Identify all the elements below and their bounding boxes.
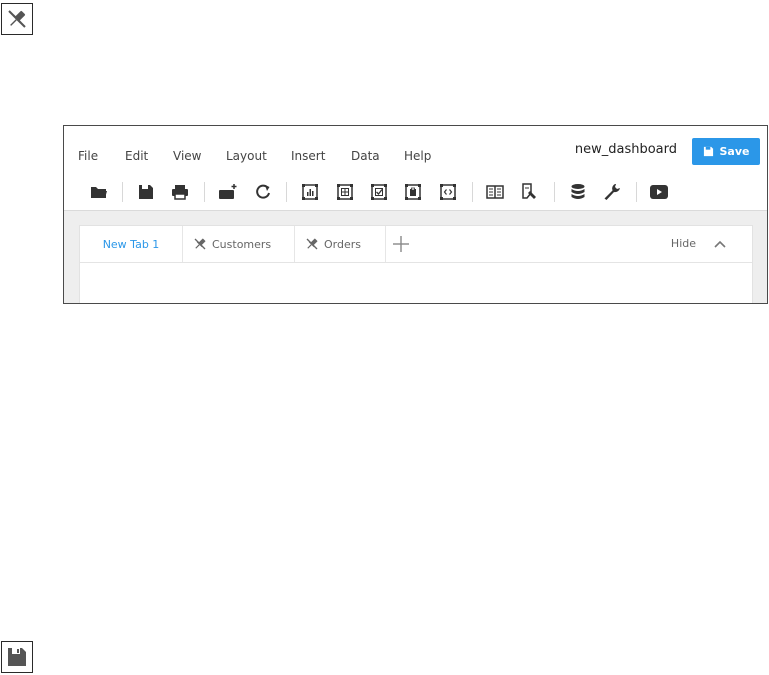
clipboard-widget-icon[interactable]	[402, 181, 424, 203]
menu-edit[interactable]: Edit	[125, 149, 148, 163]
plus-icon	[393, 236, 409, 252]
unpin-icon[interactable]	[1, 3, 33, 35]
menu-layout[interactable]: Layout	[226, 149, 267, 163]
menu-insert[interactable]: Insert	[291, 149, 325, 163]
table-widget-icon[interactable]	[334, 181, 356, 203]
menu-view[interactable]: View	[173, 149, 201, 163]
tab-label: Orders	[324, 237, 361, 251]
play-video-icon[interactable]	[648, 181, 670, 203]
toolbar	[64, 176, 767, 208]
hide-tabs-link[interactable]: Hide	[671, 237, 696, 250]
menu-help[interactable]: Help	[404, 149, 431, 163]
save-icon	[703, 146, 713, 157]
tab-panel: New Tab 1 Customers Orders Hide	[79, 225, 753, 303]
refresh-icon[interactable]	[252, 181, 274, 203]
tab-customers[interactable]: Customers	[183, 226, 295, 262]
chevron-up-icon[interactable]	[712, 236, 728, 252]
code-widget-icon[interactable]	[437, 181, 459, 203]
tab-label: Customers	[212, 237, 272, 251]
toolbar-divider	[286, 182, 287, 202]
database-icon[interactable]	[567, 181, 589, 203]
tab-label: New Tab 1	[102, 237, 160, 251]
checkbox-widget-icon[interactable]	[368, 181, 390, 203]
workspace: New Tab 1 Customers Orders Hide	[64, 210, 767, 303]
save-button[interactable]: Save	[692, 138, 760, 165]
menu-bar: File Edit View Layout Insert Data Help n…	[64, 126, 767, 172]
save-button-label: Save	[719, 145, 750, 158]
tab-new-tab-1[interactable]: New Tab 1	[80, 226, 183, 262]
print-icon[interactable]	[169, 181, 191, 203]
wrench-icon[interactable]	[601, 181, 623, 203]
menu-file[interactable]: File	[78, 149, 98, 163]
dashboard-name: new_dashboard	[574, 142, 677, 157]
dashboard-editor: File Edit View Layout Insert Data Help n…	[63, 125, 768, 304]
toolbar-divider	[204, 182, 205, 202]
columns-icon[interactable]	[484, 181, 506, 203]
edit-document-icon[interactable]	[518, 181, 540, 203]
tab-bar: New Tab 1 Customers Orders Hide	[80, 226, 752, 263]
add-widget-icon[interactable]	[217, 181, 239, 203]
add-tab-button[interactable]	[391, 234, 411, 254]
floppy-save-icon[interactable]	[1, 641, 33, 673]
unpinned-icon	[194, 238, 206, 250]
menu-data[interactable]: Data	[351, 149, 380, 163]
unpinned-icon	[306, 238, 318, 250]
save-icon[interactable]	[135, 181, 157, 203]
toolbar-divider	[636, 182, 637, 202]
toolbar-divider	[122, 182, 123, 202]
tab-orders[interactable]: Orders	[295, 226, 386, 262]
open-folder-icon[interactable]	[88, 181, 110, 203]
toolbar-divider	[554, 182, 555, 202]
toolbar-divider	[472, 182, 473, 202]
chart-widget-icon[interactable]	[299, 181, 321, 203]
